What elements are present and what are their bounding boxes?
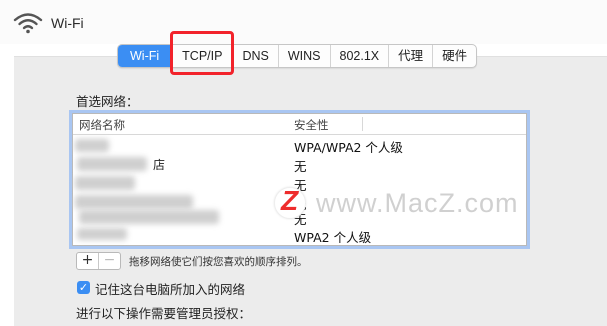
- redacted-network-name: [77, 157, 147, 171]
- add-remove-buttons: + −: [76, 252, 121, 270]
- redacted-network-name: [75, 195, 193, 209]
- preferred-networks-table[interactable]: 网络名称 安全性 WPA/WPA2 个人级 店 无 无 无 无 WPA2 个人级: [72, 113, 527, 246]
- drag-hint-text: 拖移网络使它们按您喜欢的顺序排列。: [129, 256, 308, 268]
- redacted-network-name: [79, 210, 219, 224]
- redacted-network-name: [75, 139, 109, 152]
- title-bar: Wi-Fi: [0, 0, 607, 44]
- network-security: WPA2 个人级: [294, 230, 372, 245]
- tab-wifi[interactable]: Wi-Fi: [118, 45, 173, 67]
- table-row[interactable]: 店 无: [73, 155, 526, 174]
- table-row[interactable]: WPA/WPA2 个人级: [73, 136, 526, 155]
- table-row[interactable]: WPA2 个人级: [73, 226, 526, 245]
- tab-dns[interactable]: DNS: [233, 45, 279, 67]
- window-title: Wi-Fi: [51, 15, 84, 31]
- admin-auth-label: 进行以下操作需要管理员授权：: [76, 306, 252, 321]
- tab-hardware[interactable]: 硬件: [433, 45, 476, 67]
- redacted-network-name: [75, 176, 135, 190]
- tab-8021x[interactable]: 802.1X: [331, 45, 390, 67]
- add-network-button[interactable]: +: [77, 253, 99, 269]
- preferred-networks-label: 首选网络：: [76, 94, 139, 109]
- network-security: 无: [294, 159, 307, 174]
- watermark-logo: Z: [274, 185, 306, 219]
- tcpip-highlight-box: [170, 31, 234, 75]
- network-name: 店: [153, 158, 166, 172]
- remember-networks-label[interactable]: 记住这台电脑所加入的网络: [95, 279, 245, 298]
- table-header: 网络名称 安全性: [73, 114, 526, 135]
- network-security: WPA/WPA2 个人级: [294, 140, 403, 155]
- watermark: Z www.MacZ.com: [274, 185, 519, 219]
- remove-network-button[interactable]: −: [99, 253, 120, 269]
- remember-networks-checkbox[interactable]: ✓: [77, 281, 90, 294]
- column-header-security[interactable]: 安全性: [294, 117, 329, 133]
- wifi-icon: [13, 13, 43, 34]
- column-divider: [362, 117, 363, 131]
- redacted-network-name: [77, 228, 127, 240]
- column-header-name[interactable]: 网络名称: [79, 117, 125, 133]
- watermark-logo-letter: Z: [281, 185, 299, 216]
- tab-proxy[interactable]: 代理: [389, 45, 434, 67]
- tab-wins[interactable]: WINS: [279, 45, 331, 67]
- watermark-text: www.MacZ.com: [316, 187, 519, 218]
